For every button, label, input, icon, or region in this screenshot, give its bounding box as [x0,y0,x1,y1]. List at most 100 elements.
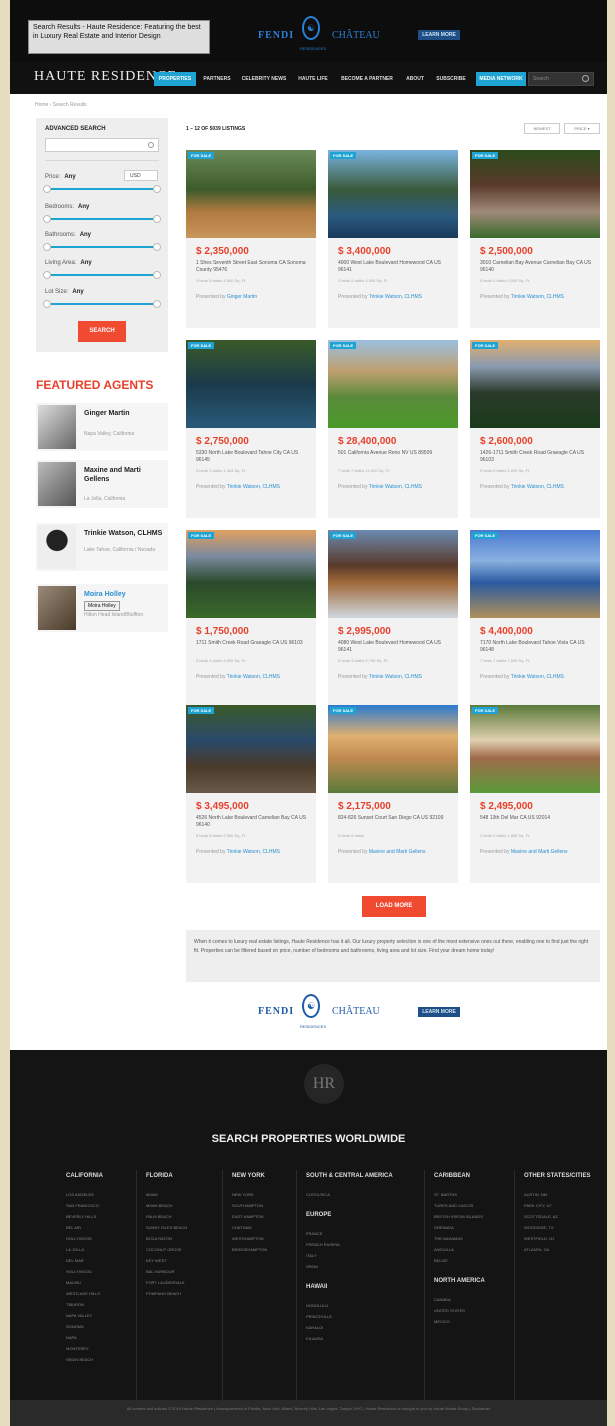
footer-link[interactable]: FORT LAUDERDALE [146,1277,187,1288]
bedrooms-slider[interactable] [43,215,161,223]
listing-agent-link[interactable]: Maxine and Marti Gellens [511,849,568,855]
bottom-ad-partner[interactable]: CHÂTEAU [332,1006,380,1017]
currency-select[interactable]: USD [124,170,158,181]
nav-partners[interactable]: PARTNERS [200,72,234,86]
listing-photo[interactable] [470,340,600,428]
listing-agent-link[interactable]: Trinkie Watson, CLHMS [369,294,422,300]
nav-become-partner[interactable]: BECOME A PARTNER [336,72,398,86]
footer-link[interactable]: SAN FRANCISCO [66,1200,103,1211]
listing-photo[interactable] [328,705,458,793]
footer-heading[interactable]: SOUTH & CENTRAL AMERICA [306,1173,393,1179]
nav-properties[interactable]: PROPERTIES [154,72,196,86]
listing-price[interactable]: $ 2,175,000 [338,801,391,812]
footer-link[interactable]: KAHALOI [306,1322,393,1333]
listing-card[interactable]: FOR SALE $ 3,495,000 4526 North Lake Boule… [186,705,316,883]
slider-handle-min[interactable] [43,185,51,193]
footer-link[interactable]: TIBURON [66,1299,103,1310]
agent-photo[interactable] [38,405,76,449]
listing-address[interactable]: 4080 West Lake Boulevard Homewood CA US … [338,640,452,654]
nav-celebrity-news[interactable]: CELEBRITY NEWS [238,72,290,86]
listing-photo[interactable] [186,530,316,618]
listing-photo[interactable] [470,150,600,238]
footer-link[interactable]: BAL HARBOUR [146,1266,187,1277]
footer-link[interactable]: SEDIN BEACH [66,1354,103,1365]
slider-handle-min[interactable] [43,243,51,251]
footer-link[interactable]: WESTHAMPTON [232,1233,267,1244]
listing-agent-link[interactable]: Trinkie Watson, CLHMS [511,484,564,490]
ad-cta-button[interactable]: LEARN MORE [418,30,460,40]
slider-handle-max[interactable] [153,300,161,308]
slider-handle-max[interactable] [153,215,161,223]
nav-haute-life[interactable]: HAUTE LIFE [294,72,332,86]
listing-price[interactable]: $ 2,750,000 [196,436,249,447]
listing-card[interactable]: FOR SALE $ 2,750,000 5330 North Lake Boule… [186,340,316,518]
footer-link[interactable]: CANADA [434,1294,485,1305]
footer-link[interactable]: COCONUT GROVE [146,1244,187,1255]
slider-handle-max[interactable] [153,243,161,251]
footer-link[interactable]: POMPANO BEACH [146,1288,187,1299]
listing-agent-link[interactable]: Trinkie Watson, CLHMS [227,484,280,490]
footer-link[interactable]: FRENCH RIVIERA [306,1239,393,1250]
agent-card[interactable]: Ginger Martin Napa Valley, California [36,403,168,451]
listing-address[interactable]: 1711 Smith Creek Road Graeagle CA US 961… [196,640,310,647]
slider-handle-min[interactable] [43,271,51,279]
listing-photo[interactable] [470,705,600,793]
listing-address[interactable]: 5330 North Lake Boulevard Tahoe City CA … [196,450,310,464]
footer-link[interactable]: TURKS AND CAICOS [434,1200,485,1211]
nav-subscribe[interactable]: SUBSCRIBE [432,72,470,86]
listing-agent-link[interactable]: Trinkie Watson, CLHMS [227,674,280,680]
footer-link[interactable]: WESTFIELD, NJ [524,1233,590,1244]
listing-card[interactable]: FOR SALE $ 3,400,000 4000 West Lake Boulev… [328,150,458,328]
footer-link[interactable]: PRINCEVILLE [306,1311,393,1322]
footer-heading[interactable]: NEW YORK [232,1173,267,1179]
listing-agent-link[interactable]: Ginger Martin [227,294,257,300]
agent-name[interactable]: Trinkie Watson, CLHMS [84,529,166,538]
footer-link[interactable]: ST. BARTHS [434,1189,485,1200]
slider-handle-max[interactable] [153,271,161,279]
listing-address[interactable]: 1 Shes Seventh Street East Sonoma CA Son… [196,260,310,274]
footer-link[interactable]: BOCA RATON [146,1233,187,1244]
slider-handle-min[interactable] [43,215,51,223]
footer-link[interactable]: THE BAHAMAS [434,1233,485,1244]
sort-price-button[interactable]: PRICE ▾ [564,123,600,134]
footer-link[interactable]: BEL AIR [66,1222,103,1233]
listing-card[interactable]: FOR SALE $ 2,495,000 548 13th Del Mar CA U… [470,705,600,883]
listing-agent-link[interactable]: Trinkie Watson, CLHMS [369,674,422,680]
footer-link[interactable]: NAPA VALLEY [66,1310,103,1321]
footer-link[interactable]: ATLANTA, GA [524,1244,590,1255]
footer-link[interactable]: HOLLYWOOD [66,1266,103,1277]
listing-address[interactable]: 1426-1711 Smith Creek Road Graeagle CA U… [480,450,594,464]
listing-photo[interactable] [186,340,316,428]
nav-about[interactable]: ABOUT [402,72,428,86]
footer-heading[interactable]: EUROPE [306,1212,393,1218]
listing-agent-link[interactable]: Maxine and Marti Gellens [369,849,426,855]
bottom-ad-brand[interactable]: FENDI [258,1006,294,1017]
listing-price[interactable]: $ 2,995,000 [338,626,391,637]
sort-newest-button[interactable]: NEWEST [524,123,560,134]
footer-link[interactable]: LA JOLLA [66,1244,103,1255]
agent-name[interactable]: Maxine and Marti Gellens [84,466,166,484]
agent-photo[interactable] [38,586,76,630]
listing-card[interactable]: FOR SALE $ 2,175,000 824-826 Sunset Court … [328,705,458,883]
footer-link[interactable]: SOUTHAMPTON [232,1200,267,1211]
nav-search-input[interactable]: Search [528,72,594,86]
agent-card[interactable]: Trinkie Watson, CLHMS Lake Tahoe, Califo… [36,523,168,571]
footer-link[interactable]: UNITED STATES [434,1305,485,1316]
listing-photo[interactable] [328,530,458,618]
footer-link[interactable]: COSTA RICA [306,1189,393,1200]
footer-heading[interactable]: CALIFORNIA [66,1173,103,1179]
listing-price[interactable]: $ 1,750,000 [196,626,249,637]
listing-price[interactable]: $ 2,495,000 [480,801,533,812]
footer-link[interactable]: BRIDGEHAMPTON [232,1244,267,1255]
footer-link[interactable]: EAST HAMPTON [232,1211,267,1222]
advanced-search-input[interactable] [45,138,159,152]
top-ad-banner[interactable]: FENDI ☯ RESIDENCES CHÂTEAU LEARN MORE Se… [10,0,607,62]
listing-address[interactable]: 501 California Avenue Reno NV US 89509 [338,450,452,457]
listing-card[interactable]: FOR SALE $ 2,995,000 4080 West Lake Boulev… [328,530,458,708]
footer-link[interactable]: MEXICO [434,1316,485,1327]
footer-heading[interactable]: NORTH AMERICA [434,1278,485,1284]
footer-link[interactable]: SONOMA [66,1321,103,1332]
nav-media-network[interactable]: MEDIA NETWORK [476,72,526,86]
listing-price[interactable]: $ 3,400,000 [338,246,391,257]
listing-address[interactable]: 7170 North Lake Boulevard Tahoe Vista CA… [480,640,594,654]
